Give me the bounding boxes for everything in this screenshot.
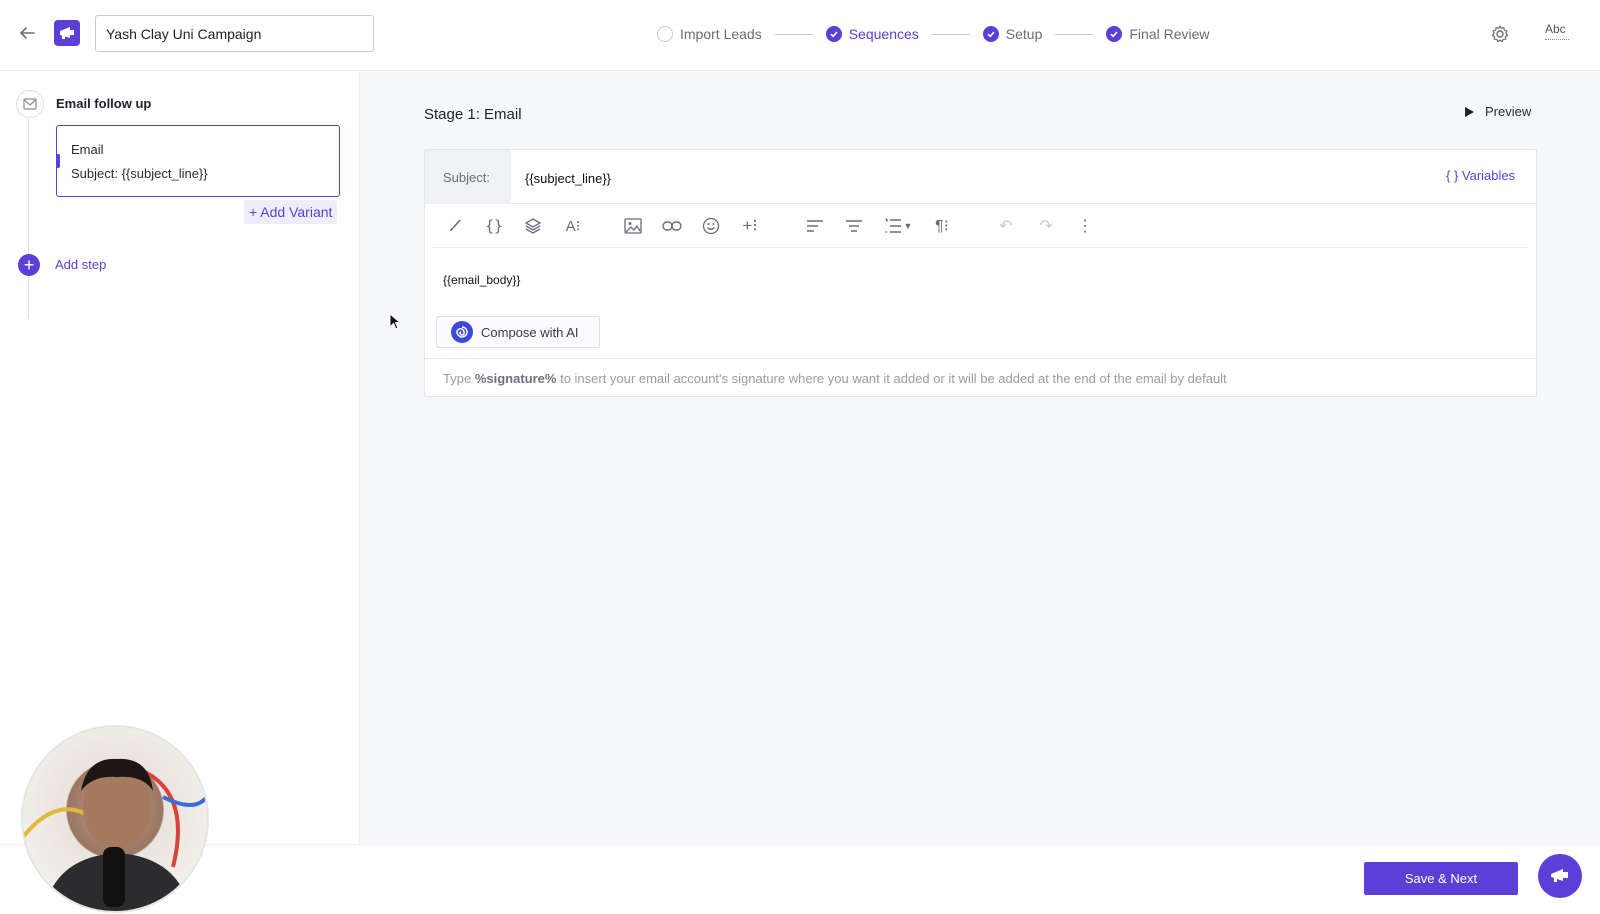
preview-button[interactable]: Preview xyxy=(1464,104,1531,119)
gear-icon[interactable] xyxy=(1490,24,1510,44)
check-circle-icon xyxy=(1106,26,1123,42)
step-label: Final Review xyxy=(1129,26,1210,42)
align-center-icon[interactable] xyxy=(844,216,864,236)
step-connector xyxy=(774,33,813,35)
app-logo-icon xyxy=(54,20,80,46)
preview-label: Preview xyxy=(1485,104,1532,119)
step-label: Setup xyxy=(1005,26,1043,42)
formatting-toolbar: {} A⁝ +⁝ ▼ ¶⁝ ↶ ↷ ⋮ xyxy=(433,204,1528,248)
step-final-review[interactable]: Final Review xyxy=(1106,26,1210,42)
check-circle-icon xyxy=(825,26,842,42)
step-import-leads[interactable]: Import Leads xyxy=(657,26,762,42)
add-variant-button[interactable]: + Add Variant xyxy=(244,200,338,224)
stage-title: Stage 1: Email xyxy=(424,106,522,123)
add-step-button[interactable]: Add step xyxy=(55,257,106,272)
top-header: Import Leads Sequences Setup Final Revie… xyxy=(0,0,1600,71)
progress-stepper: Import Leads Sequences Setup Final Revie… xyxy=(657,24,1210,44)
signature-hint-suffix: to insert your email account's signature… xyxy=(560,371,1227,386)
sequence-title: Email follow up xyxy=(56,96,152,111)
selected-marker xyxy=(56,154,60,168)
link-icon[interactable] xyxy=(662,216,682,236)
main-editor-area: Stage 1: Email Preview Subject: { } Vari… xyxy=(360,71,1600,844)
variables-button[interactable]: { } Variables xyxy=(1446,168,1515,183)
variant-subject-label: Subject: {{subject_line}} xyxy=(71,166,208,181)
compose-with-ai-button[interactable]: Compose with AI xyxy=(436,316,600,348)
emoji-icon[interactable] xyxy=(701,216,721,236)
envelope-icon xyxy=(16,90,44,118)
signature-hint: Type %signature% to insert your email ac… xyxy=(425,358,1536,398)
code-braces-icon[interactable]: {} xyxy=(484,216,504,236)
webcam-overlay xyxy=(21,725,209,913)
chat-support-icon[interactable] xyxy=(1538,854,1582,898)
variant-type-label: Email xyxy=(71,142,104,157)
ai-spiral-icon xyxy=(451,321,473,343)
step-sequences[interactable]: Sequences xyxy=(825,26,919,42)
step-label: Import Leads xyxy=(680,26,762,42)
font-size-icon[interactable]: A⁝ xyxy=(563,216,583,236)
spellcheck-button[interactable]: Abc xyxy=(1545,22,1571,42)
step-setup[interactable]: Setup xyxy=(982,26,1043,42)
paragraph-icon[interactable]: ¶⁝ xyxy=(932,216,952,236)
step-label: Sequences xyxy=(848,26,919,42)
step-connector xyxy=(931,33,970,35)
squiggle-underline-icon xyxy=(1545,36,1569,40)
sequence-timeline xyxy=(28,119,29,319)
step-connector xyxy=(1055,33,1094,35)
email-editor: Subject: { } Variables {} A⁝ +⁝ xyxy=(424,149,1537,397)
ordered-list-icon[interactable] xyxy=(883,216,903,236)
subject-row: Subject: { } Variables xyxy=(425,150,1536,204)
save-next-button[interactable]: Save & Next xyxy=(1364,862,1518,895)
footer-bar: Save & Next xyxy=(0,844,1600,914)
signature-token: %signature% xyxy=(474,371,557,386)
email-variant-card[interactable]: Email Subject: {{subject_line}} xyxy=(56,125,340,197)
email-body-text[interactable]: {{email_body}} xyxy=(443,273,520,287)
list-dropdown-caret-icon[interactable]: ▼ xyxy=(901,216,915,236)
undo-icon[interactable]: ↶ xyxy=(996,216,1016,236)
mouse-cursor-icon xyxy=(389,313,401,330)
brush-icon[interactable] xyxy=(445,216,465,236)
redo-icon[interactable]: ↷ xyxy=(1036,216,1056,236)
compose-ai-label: Compose with AI xyxy=(481,324,579,340)
back-arrow-icon[interactable] xyxy=(16,22,38,44)
plus-circle-icon[interactable]: + xyxy=(18,254,40,276)
layers-icon[interactable] xyxy=(523,216,543,236)
sequence-sidebar: Email follow up Email Subject: {{subject… xyxy=(0,71,360,844)
image-icon[interactable] xyxy=(623,216,643,236)
subject-input[interactable] xyxy=(525,167,1405,189)
signature-hint-prefix: Type xyxy=(443,371,472,386)
align-left-icon[interactable] xyxy=(805,216,825,236)
subject-label: Subject: xyxy=(425,150,511,204)
campaign-name-input[interactable] xyxy=(95,15,374,52)
more-options-icon[interactable]: ⋮ xyxy=(1075,216,1095,236)
insert-more-icon[interactable]: +⁝ xyxy=(740,216,760,236)
step-pending-icon xyxy=(657,26,673,42)
play-icon xyxy=(1465,106,1474,117)
check-circle-icon xyxy=(982,26,999,42)
spellcheck-label: Abc xyxy=(1545,22,1566,36)
